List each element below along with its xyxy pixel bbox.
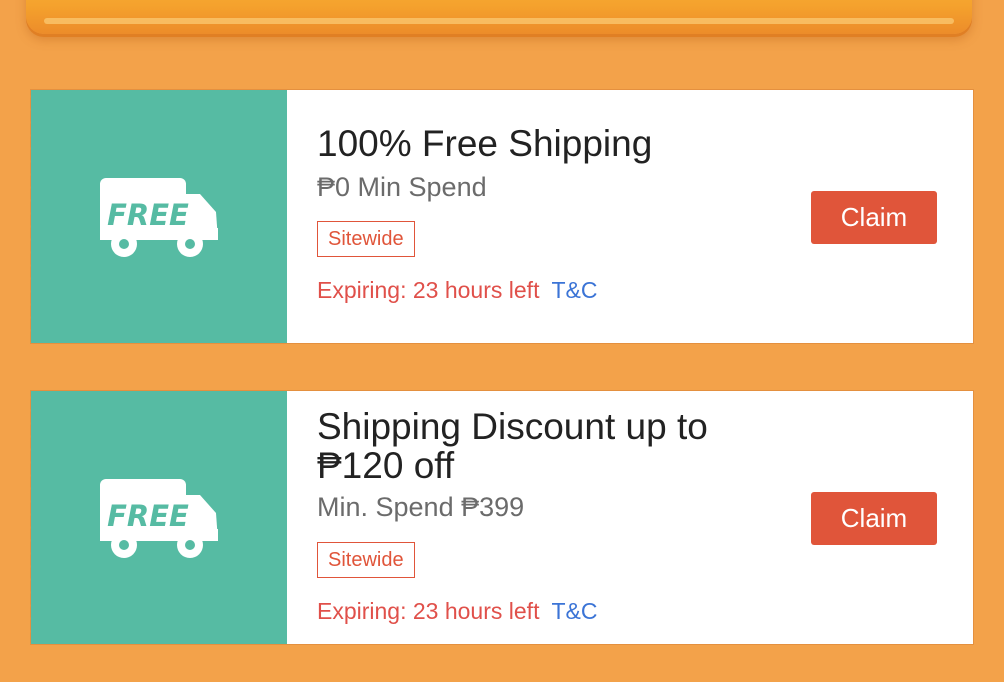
voucher-expiry: Expiring: 23 hours left bbox=[317, 277, 540, 303]
voucher-min-spend: Min. Spend ₱399 bbox=[317, 492, 525, 522]
voucher-title: Shipping Discount up to ₱120 off bbox=[317, 406, 708, 486]
free-shipping-truck-icon: FREE bbox=[96, 168, 222, 266]
truck-icon-text: FREE bbox=[107, 498, 189, 533]
scalloped-edge bbox=[25, 90, 37, 343]
claim-button[interactable]: Claim bbox=[811, 492, 937, 545]
truck-icon-text: FREE bbox=[107, 197, 189, 232]
terms-link[interactable]: T&C bbox=[551, 598, 597, 624]
voucher-expiry: Expiring: 23 hours left bbox=[317, 598, 540, 624]
voucher-expiry-row: Expiring: 23 hours left T&C bbox=[317, 277, 597, 304]
voucher-expiry-row: Expiring: 23 hours left T&C bbox=[317, 598, 597, 625]
voucher-details: 100% Free Shipping ₱0 Min Spend Sitewide… bbox=[287, 90, 973, 343]
banner-shine bbox=[44, 18, 954, 24]
voucher-min-spend: ₱0 Min Spend bbox=[317, 172, 487, 202]
claim-button[interactable]: Claim bbox=[811, 191, 937, 244]
free-shipping-truck-icon: FREE bbox=[96, 469, 222, 567]
voucher-details: Shipping Discount up to ₱120 off Min. Sp… bbox=[287, 391, 973, 644]
voucher-title: 100% Free Shipping bbox=[317, 123, 653, 164]
scalloped-edge bbox=[25, 391, 37, 644]
voucher-icon-panel: FREE bbox=[25, 90, 287, 343]
voucher-card: FREE 100% Free Shipping ₱0 Min Spend Sit… bbox=[25, 89, 974, 344]
terms-link[interactable]: T&C bbox=[551, 277, 597, 303]
voucher-scope-tag: Sitewide bbox=[317, 221, 415, 257]
voucher-card: FREE Shipping Discount up to ₱120 off Mi… bbox=[25, 390, 974, 645]
voucher-scope-tag: Sitewide bbox=[317, 542, 415, 578]
voucher-icon-panel: FREE bbox=[25, 391, 287, 644]
top-banner bbox=[26, 0, 972, 34]
